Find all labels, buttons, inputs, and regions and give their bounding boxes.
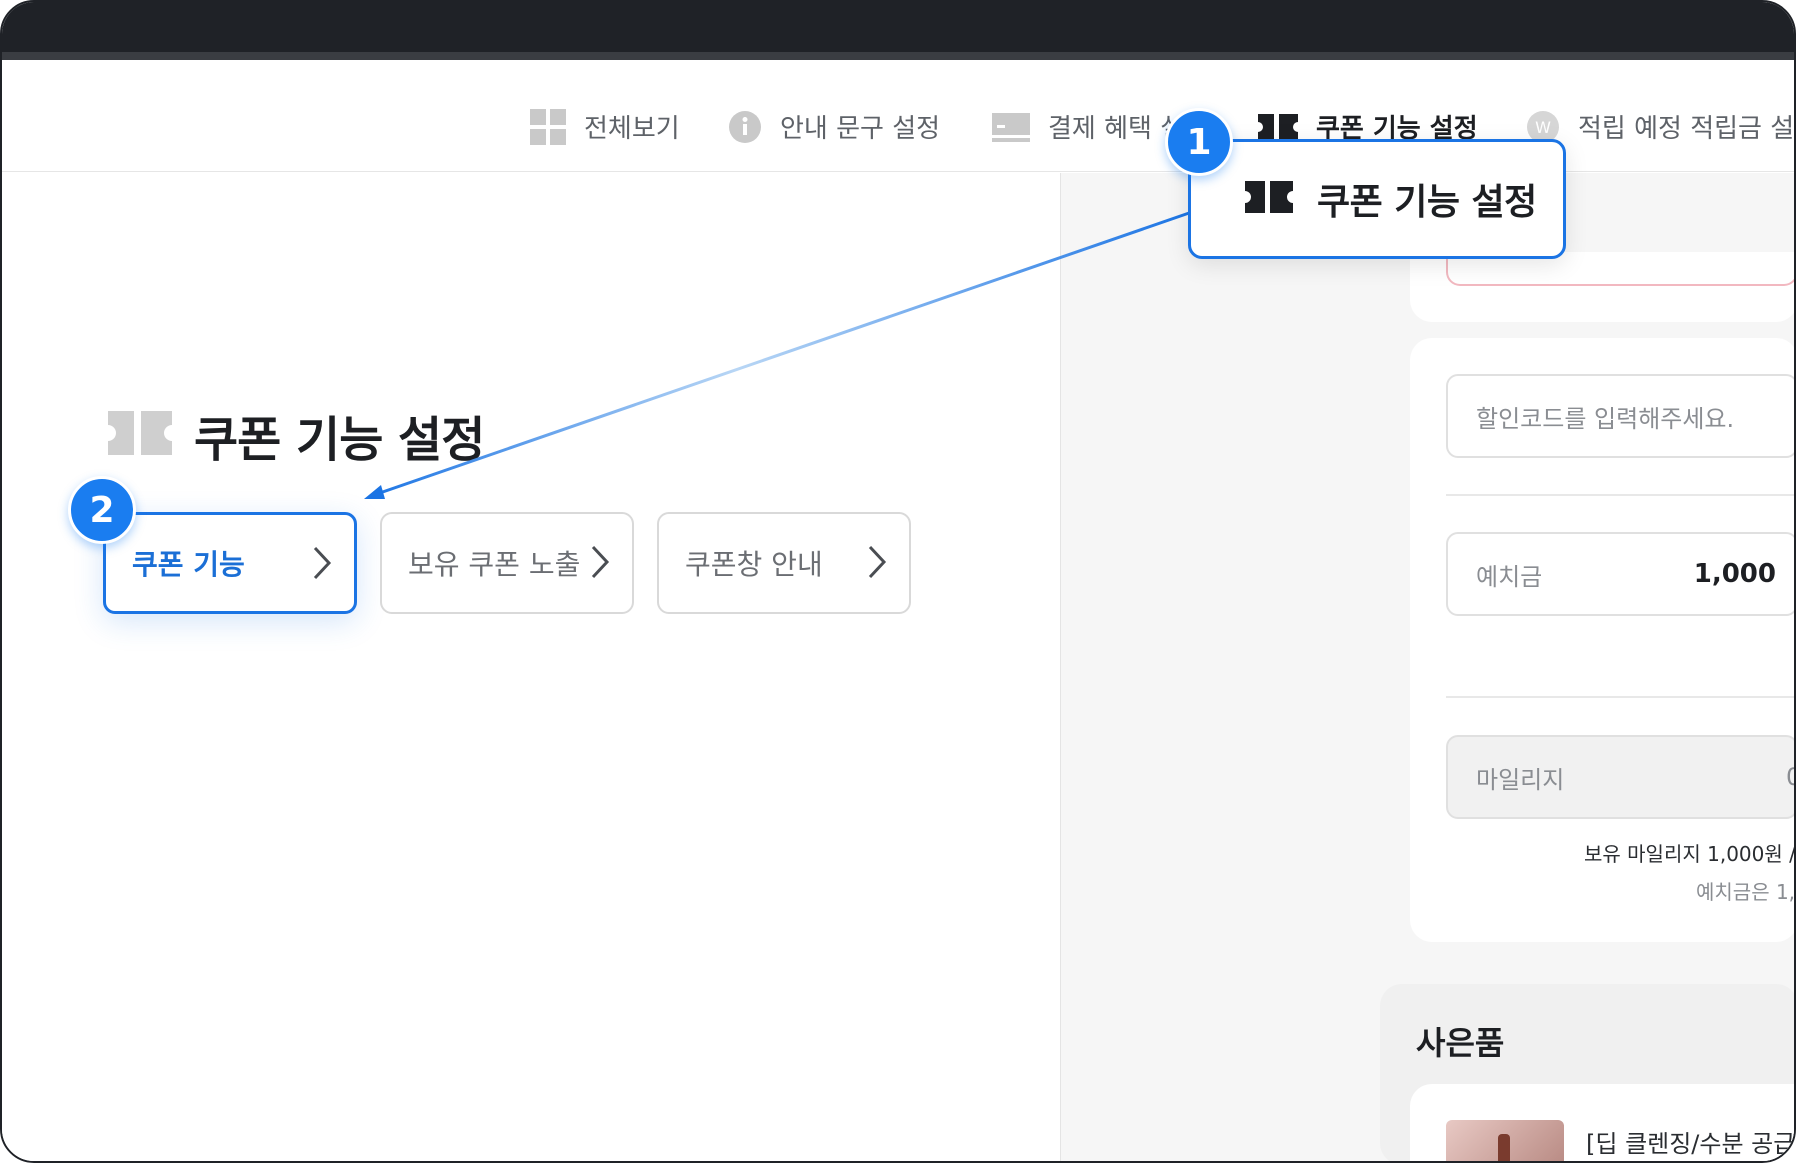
coupon-icon [1245,181,1293,217]
callout-coupon-setting: 쿠폰 기능 설정 [1188,139,1566,259]
step-badge-2: 2 [68,476,136,544]
step-badge-1: 1 [1165,108,1233,176]
callout-label: 쿠폰 기능 설정 [1317,182,1537,223]
app-window: 전체보기 안내 문구 설정 결제 혜택 설 쿠폰 기능 설정 W 적립 예정 적… [0,0,1796,1163]
